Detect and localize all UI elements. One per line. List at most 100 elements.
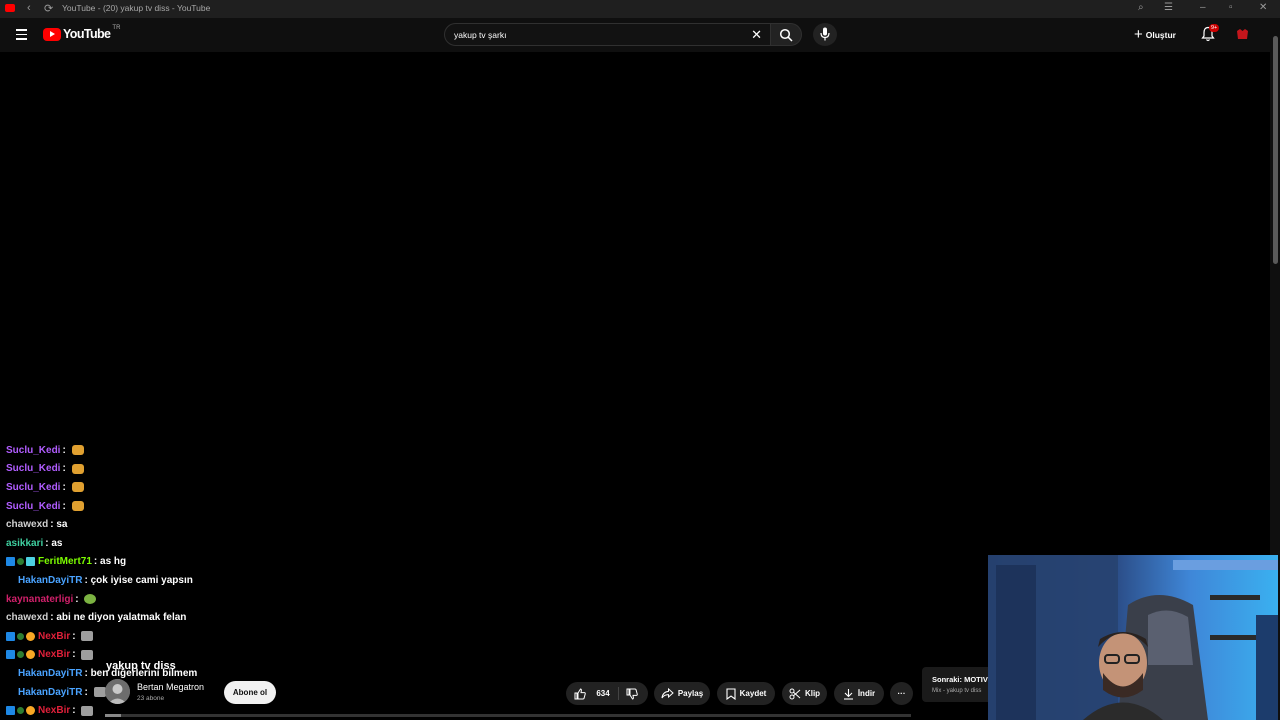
chat-separator: : (72, 649, 79, 661)
video-progress-bar[interactable] (105, 714, 911, 717)
chat-message: Suclu_Kedi: (6, 460, 266, 479)
reload-icon[interactable]: ⟳ (44, 2, 53, 15)
channel-avatar[interactable] (105, 679, 130, 704)
up-next-card[interactable]: Sonraki: MOTIV Mix - yakup tv diss (922, 667, 992, 702)
bookmark-icon (726, 687, 736, 700)
chat-username: Suclu_Kedi (6, 500, 61, 512)
chat-emote-icon (81, 649, 94, 660)
youtube-favicon-icon (5, 4, 15, 12)
chat-separator: : (62, 500, 69, 512)
chat-message: HakanDayiTR: çok iyise cami yapsın (6, 571, 266, 590)
back-arrow-icon[interactable]: ‹ (27, 2, 31, 14)
chat-username: asikkari (6, 537, 44, 549)
chat-emote-icon (84, 594, 97, 605)
chat-separator: : (72, 630, 79, 642)
chat-emote-icon (81, 631, 94, 642)
chat-badge-icon (26, 557, 35, 567)
chat-emote-icon (71, 463, 84, 474)
create-label: Oluştur (1145, 29, 1176, 40)
scissors-icon (789, 688, 801, 699)
search-input[interactable] (454, 27, 734, 42)
chat-emote-icon (71, 501, 84, 512)
chat-message: Suclu_Kedi: (6, 478, 266, 497)
chat-badge-icon (6, 706, 15, 716)
chat-emote-icon (81, 705, 94, 716)
chat-message: chawexd: sa (6, 515, 266, 534)
guide-menu-icon[interactable] (16, 29, 27, 43)
share-arrow-icon (661, 688, 674, 699)
account-avatar[interactable] (1235, 27, 1250, 42)
chat-badge-icon (17, 651, 24, 659)
stream-chat-overlay: Suclu_Kedi: Suclu_Kedi: Suclu_Kedi: Sucl… (6, 441, 266, 720)
channel-name[interactable]: Bertan Megatron (137, 682, 204, 692)
logo-text: YouTube (63, 27, 111, 41)
streamer-webcam-image (988, 555, 1278, 720)
share-button[interactable]: Paylaş (654, 682, 710, 705)
chat-message: FeritMert71: as hg (6, 553, 266, 572)
chat-message: Suclu_Kedi: (6, 497, 266, 516)
chat-text: abi ne diyon yalatmak felan (56, 612, 187, 624)
chat-username: HakanDayiTR (18, 686, 83, 698)
dislike-button[interactable] (619, 682, 648, 705)
chat-text: as hg (100, 556, 127, 568)
chat-separator: : (84, 686, 91, 698)
clip-button[interactable]: Klip (782, 682, 827, 705)
chat-badge-icon (6, 557, 15, 567)
save-label: Kaydet (739, 689, 767, 698)
chat-separator: : (62, 444, 69, 456)
create-button[interactable]: + Oluştur (1134, 25, 1176, 44)
chat-message: NexBir: (6, 627, 266, 646)
menu-icon[interactable]: ☰ (1164, 2, 1173, 13)
chat-emote-icon (71, 482, 84, 493)
subscribe-button[interactable]: Abone ol (224, 681, 276, 704)
chat-username: chawexd (6, 612, 49, 624)
youtube-play-icon (43, 27, 61, 41)
search-box: ✕ (444, 23, 771, 46)
save-button[interactable]: Kaydet (717, 682, 775, 705)
like-dislike-group: 634 (566, 682, 648, 705)
up-next-sub: Mix - yakup tv diss (932, 688, 982, 694)
up-next-label: Sonraki: MOTIV (932, 675, 988, 684)
like-button[interactable]: 634 (566, 682, 618, 705)
download-button[interactable]: İndir (834, 682, 884, 705)
clear-search-icon[interactable]: ✕ (751, 27, 762, 42)
chat-separator: : (72, 705, 79, 717)
chat-message: NexBir: (6, 701, 266, 720)
youtube-logo[interactable]: YouTube TR (43, 25, 120, 41)
chat-badges (6, 706, 35, 716)
chat-username: kaynanaterligi (6, 593, 74, 605)
chat-message: kaynanaterligi: (6, 590, 266, 609)
maximize-icon[interactable]: ▫ (1229, 2, 1233, 13)
chat-emote-icon (71, 445, 84, 456)
chat-badge-icon (6, 631, 15, 641)
chat-separator: : (62, 463, 69, 475)
microphone-icon (820, 27, 830, 41)
plus-icon: + (1134, 26, 1143, 43)
chat-username: Suclu_Kedi (6, 481, 61, 493)
chat-username: HakanDayiTR (18, 574, 83, 586)
close-window-icon[interactable]: ✕ (1259, 2, 1267, 13)
search-button[interactable] (770, 23, 802, 46)
scrollbar-thumb[interactable] (1273, 36, 1278, 264)
voice-search-button[interactable] (813, 23, 837, 46)
chat-badge-icon (17, 558, 24, 566)
chat-message: chawexd: abi ne diyon yalatmak felan (6, 608, 266, 627)
chat-separator: : (75, 593, 82, 605)
chat-badge-icon (17, 707, 24, 715)
video-progress-fill (105, 714, 122, 717)
minimize-icon[interactable]: – (1200, 2, 1206, 13)
video-title: yakup tv diss (106, 660, 176, 672)
chat-text: sa (56, 519, 68, 531)
chat-username: NexBir (38, 630, 71, 642)
chat-message: asikkari: as (6, 534, 266, 553)
chat-badge-icon (26, 706, 35, 716)
clip-label: Klip (804, 689, 821, 698)
chat-emote-icon (93, 687, 106, 698)
zoom-icon[interactable]: ⌕ (1138, 2, 1144, 13)
chat-username: HakanDayiTR (18, 667, 83, 679)
chat-separator: : (62, 481, 69, 493)
chat-username: FeritMert71 (38, 556, 92, 568)
thumbs-down-icon (626, 688, 638, 700)
subscriber-count: 23 abone (137, 695, 165, 702)
more-actions-button[interactable]: ··· (890, 682, 913, 705)
